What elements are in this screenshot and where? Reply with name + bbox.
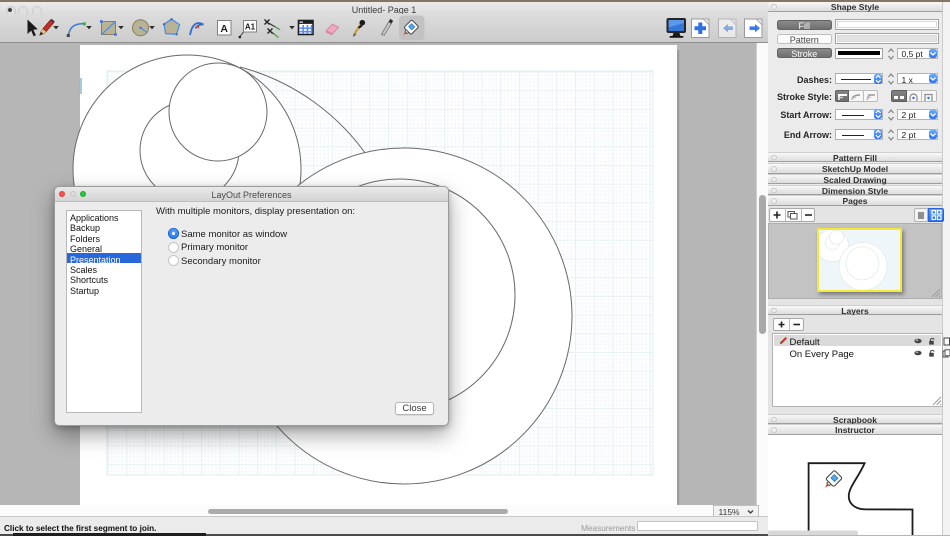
svg-text:A: A [220, 23, 228, 35]
svg-text:A1: A1 [245, 22, 256, 31]
